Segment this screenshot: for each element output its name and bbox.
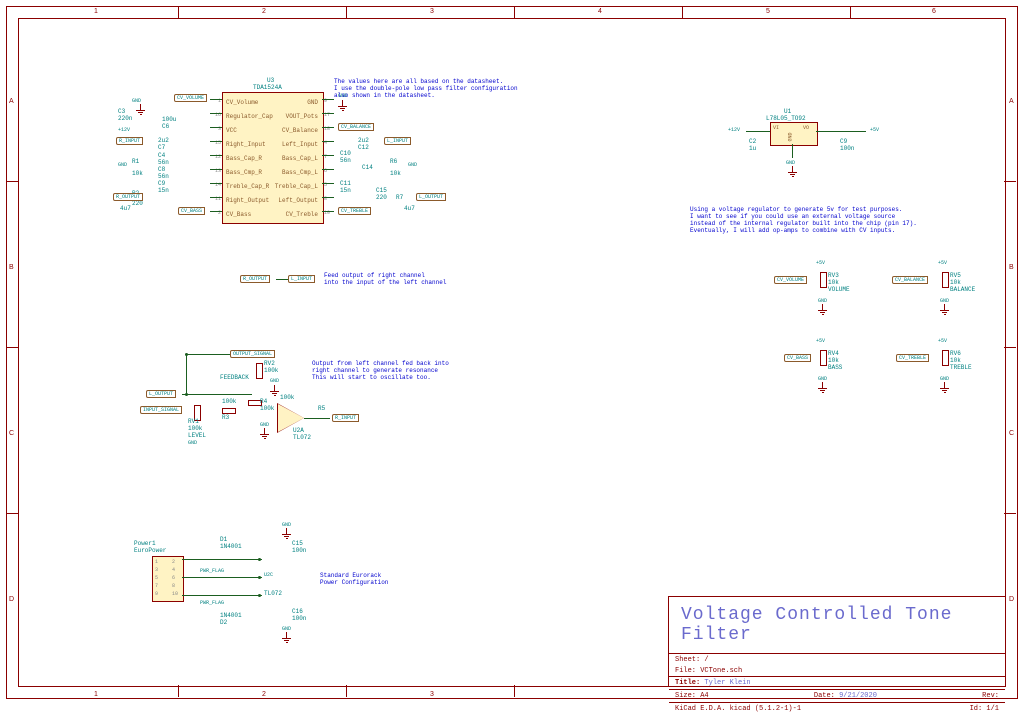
coord-row: A <box>9 98 14 105</box>
coord-row: C <box>9 430 14 437</box>
net-r-input-2: R_INPUT <box>332 414 359 422</box>
comment-feedback: Output from left channel fed back into r… <box>312 360 449 381</box>
coord-col: 3 <box>430 691 434 698</box>
u3-pins-left: CV_VolumeRegulator_CapVCC Right_InputBas… <box>226 96 273 222</box>
coord-col: 4 <box>598 8 602 15</box>
net-cv-balance-pot: CV_BALANCE <box>892 276 928 284</box>
comment-regulator: Using a voltage regulator to generate 5v… <box>690 206 917 234</box>
net-l-output: L_OUTPUT <box>416 193 446 201</box>
net-r-output: R_OUTPUT <box>113 193 143 201</box>
part-value: TDA1524A <box>253 84 282 91</box>
net-cv-balance: CV_BALANCE <box>338 123 374 131</box>
schematic-sheet: 1 2 3 4 5 6 1 2 3 A B C D A B C D U3 TDA… <box>0 0 1024 705</box>
net-l-input-2: L_INPUT <box>288 275 315 283</box>
net-output-signal: OUTPUT_SIGNAL <box>230 350 275 358</box>
comment-feed: Feed output of right channel into the in… <box>324 272 446 286</box>
coord-row: B <box>9 264 14 271</box>
net-cv-bass: CV_BASS <box>178 207 205 215</box>
coord-row: A <box>1009 98 1014 105</box>
coord-col: 6 <box>932 8 936 15</box>
net-cv-treble: CV_TREBLE <box>338 207 371 215</box>
coord-row: D <box>9 596 14 603</box>
coord-col: 2 <box>262 691 266 698</box>
net-cv-volume-pot: CV_VOLUME <box>774 276 807 284</box>
coord-row: D <box>1009 596 1014 603</box>
pot-rv3 <box>820 272 827 288</box>
coord-row: B <box>1009 264 1014 271</box>
net-cv-treble-pot: CV_TREBLE <box>896 354 929 362</box>
u3-pins-right: GNDVOUT_PotsCV_Balance Left_InputBass_Ca… <box>270 96 318 222</box>
net-l-input: L_INPUT <box>384 137 411 145</box>
p12v-label: +12V <box>118 127 130 133</box>
net-cv-volume: CV_VOLUME <box>174 94 207 102</box>
pot-rv2 <box>256 363 263 379</box>
net-cv-bass-pot: CV_BASS <box>784 354 811 362</box>
net-r-input: R_INPUT <box>116 137 143 145</box>
coord-row: C <box>1009 430 1014 437</box>
coord-col: 5 <box>766 8 770 15</box>
coord-col: 1 <box>94 8 98 15</box>
coord-col: 2 <box>262 8 266 15</box>
comment-eurorack: Standard Eurorack Power Configuration <box>320 572 388 586</box>
title-main: Voltage Controlled Tone Filter <box>669 597 1005 653</box>
comment-datasheet: The values here are all based on the dat… <box>334 78 518 99</box>
net-l-output-2: L_OUTPUT <box>146 390 176 398</box>
net-r-output-2: R_OUTPUT <box>240 275 270 283</box>
refdes: U3 <box>267 77 274 84</box>
coord-col: 1 <box>94 691 98 698</box>
pot-rv6 <box>942 350 949 366</box>
net-input-signal: INPUT_SIGNAL <box>140 406 182 414</box>
pot-rv5 <box>942 272 949 288</box>
pot-rv4 <box>820 350 827 366</box>
title-block: Voltage Controlled Tone Filter Sheet: / … <box>668 596 1006 687</box>
coord-col: 3 <box>430 8 434 15</box>
